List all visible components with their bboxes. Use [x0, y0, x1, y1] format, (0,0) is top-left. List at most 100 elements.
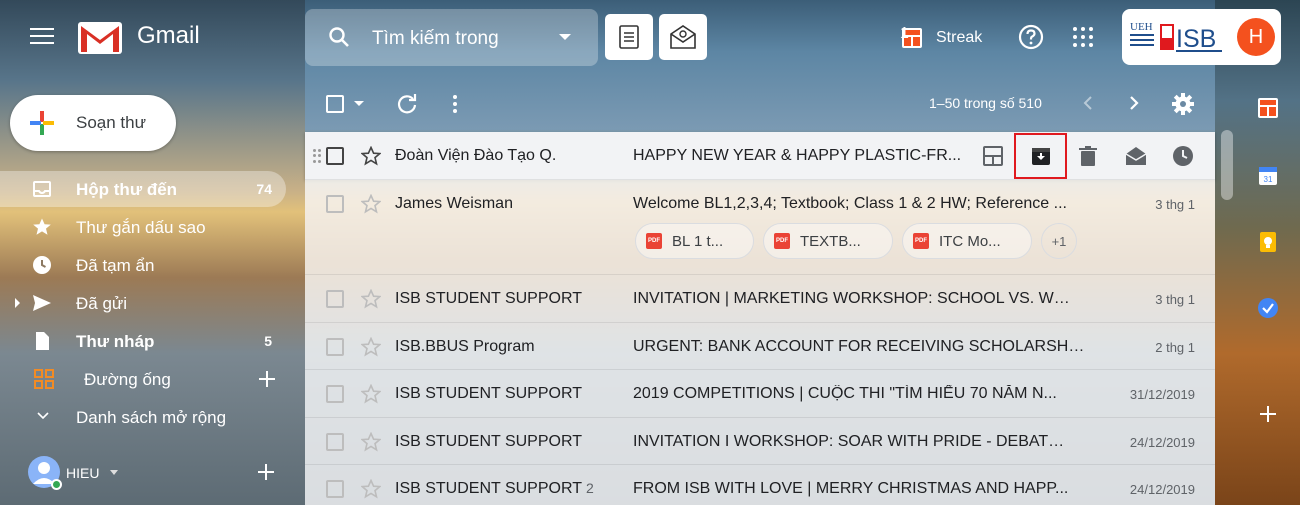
email-sender: ISB STUDENT SUPPORT: [395, 290, 582, 307]
row-checkbox[interactable]: [326, 480, 344, 498]
email-row[interactable]: ISB STUDENT SUPPORT INVITATION | MARKETI…: [305, 275, 1215, 323]
email-subject: HAPPY NEW YEAR & HAPPY PLASTIC-FR...: [633, 147, 962, 164]
row-checkbox[interactable]: [326, 195, 344, 213]
email-date: 24/12/2019: [1129, 482, 1195, 497]
email-sender: ISB.BBUS Program: [395, 338, 535, 355]
row-checkbox[interactable]: [326, 147, 344, 165]
email-subject: FROM ISB WITH LOVE | MERRY CHRISTMAS AND…: [633, 480, 1069, 497]
email-sender: ISB STUDENT SUPPORT 2: [395, 480, 594, 498]
star-icon[interactable]: [361, 384, 381, 404]
attachment-name: TEXTB...: [800, 232, 861, 250]
mark-as-read-icon[interactable]: [1124, 144, 1148, 168]
star-icon[interactable]: [361, 289, 381, 309]
online-status-dot: [51, 479, 62, 490]
email-list: Đoàn Viện Đào Tạo Q. HAPPY NEW YEAR & HA…: [305, 132, 1215, 505]
scrollbar[interactable]: [1221, 130, 1233, 200]
tasks-icon[interactable]: [1258, 298, 1278, 318]
star-icon[interactable]: [361, 479, 381, 499]
nav-pipeline[interactable]: Đường ống: [0, 361, 286, 397]
attachment-chip[interactable]: PDF TEXTB...: [763, 223, 893, 259]
row-checkbox[interactable]: [326, 433, 344, 451]
streak-side-icon[interactable]: [1258, 98, 1278, 118]
document-button[interactable]: [605, 14, 653, 60]
send-icon: [33, 295, 51, 311]
compose-button[interactable]: Soạn thư: [10, 95, 176, 151]
mail-tracking-button[interactable]: [659, 14, 707, 60]
attachment-chip[interactable]: PDF BL 1 t...: [635, 223, 754, 259]
search-icon[interactable]: [327, 25, 351, 49]
gmail-logo-icon[interactable]: [78, 20, 122, 54]
help-icon[interactable]: [1018, 24, 1044, 50]
archive-icon[interactable]: [1029, 144, 1053, 168]
search-bar[interactable]: Tìm kiếm trong: [305, 9, 598, 66]
account-area[interactable]: UEH ISB H: [1122, 9, 1281, 65]
user-caret-icon[interactable]: [110, 470, 118, 476]
calendar-icon[interactable]: 31: [1258, 166, 1278, 186]
star-icon: [33, 218, 51, 235]
select-all-checkbox[interactable]: [326, 95, 344, 113]
email-row[interactable]: ISB STUDENT SUPPORT 2019 COMPETITIONS | …: [305, 370, 1215, 418]
delete-icon[interactable]: [1076, 144, 1100, 168]
user-avatar[interactable]: [28, 456, 62, 490]
star-icon[interactable]: [361, 337, 381, 357]
email-row[interactable]: Đoàn Viện Đào Tạo Q. HAPPY NEW YEAR & HA…: [305, 132, 1215, 180]
nav-starred[interactable]: Thư gắn dấu sao: [0, 209, 286, 245]
ueh-isb-logo-icon: UEH ISB: [1128, 16, 1222, 58]
nav-snoozed[interactable]: Đã tạm ẩn: [0, 247, 286, 283]
split-view-icon[interactable]: [981, 144, 1005, 168]
google-apps-icon[interactable]: [1073, 27, 1093, 47]
prev-page-icon[interactable]: [1082, 96, 1094, 110]
search-input[interactable]: Tìm kiếm trong: [372, 28, 502, 50]
nav-sent[interactable]: Đã gửi: [0, 285, 286, 321]
email-date: 2 thg 1: [1155, 340, 1195, 355]
email-subject: INVITATION I WORKSHOP: SOAR WITH PRIDE -…: [633, 433, 1073, 450]
hangouts-user[interactable]: HIEU: [28, 456, 118, 490]
attachment-name: ITC Mo...: [939, 232, 1001, 250]
row-checkbox[interactable]: [326, 338, 344, 356]
nav-more[interactable]: Danh sách mở rộng: [0, 399, 286, 435]
search-options-caret-icon[interactable]: [559, 34, 571, 40]
attachment-chip[interactable]: PDF ITC Mo...: [902, 223, 1032, 259]
drag-handle-icon[interactable]: [313, 149, 321, 163]
email-row[interactable]: ISB STUDENT SUPPORT 2 FROM ISB WITH LOVE …: [305, 465, 1215, 505]
nav-count-drafts: 5: [264, 333, 272, 349]
get-addons-icon[interactable]: [1258, 404, 1278, 424]
chevron-down-icon: [37, 412, 49, 420]
more-attachments-chip[interactable]: +1: [1041, 223, 1077, 259]
main-menu-button[interactable]: [30, 28, 54, 46]
add-contact-icon[interactable]: [258, 464, 274, 480]
inbox-icon: [33, 181, 51, 197]
nav-inbox[interactable]: Hộp thư đến 74: [0, 171, 286, 207]
keep-icon[interactable]: [1258, 232, 1278, 252]
user-name: HIEU: [66, 465, 100, 481]
email-row[interactable]: ISB STUDENT SUPPORT INVITATION I WORKSHO…: [305, 418, 1215, 465]
star-icon[interactable]: [361, 146, 381, 166]
background-right: [1215, 0, 1300, 505]
account-avatar[interactable]: H: [1237, 18, 1275, 56]
email-date: 24/12/2019: [1129, 435, 1195, 450]
nav-label-drafts: Thư nháp: [76, 332, 155, 351]
more-options-icon[interactable]: [452, 95, 458, 113]
refresh-icon[interactable]: [396, 93, 418, 115]
pdf-icon: PDF: [913, 233, 929, 249]
email-date: 31/12/2019: [1129, 387, 1195, 402]
next-page-icon[interactable]: [1128, 96, 1140, 110]
row-checkbox[interactable]: [326, 385, 344, 403]
streak-label[interactable]: Streak: [936, 29, 982, 47]
nav-label-sent: Đã gửi: [76, 294, 128, 313]
expand-arrow-icon[interactable]: [14, 298, 22, 308]
star-icon[interactable]: [361, 432, 381, 452]
email-subject: 2019 COMPETITIONS | CUỘC THI "TÌM HIỂU 7…: [633, 385, 1057, 402]
add-pipeline-icon[interactable]: [259, 371, 275, 387]
row-checkbox[interactable]: [326, 290, 344, 308]
select-options-caret-icon[interactable]: [354, 101, 364, 106]
email-sender: ISB STUDENT SUPPORT: [395, 385, 582, 402]
email-row[interactable]: James Weisman Welcome BL1,2,3,4; Textboo…: [305, 180, 1215, 275]
star-icon[interactable]: [361, 194, 381, 214]
nav-drafts[interactable]: Thư nháp 5: [0, 323, 286, 359]
settings-gear-icon[interactable]: [1172, 93, 1194, 115]
gmail-logo-text[interactable]: Gmail: [137, 22, 200, 50]
email-row[interactable]: ISB.BBUS Program URGENT: BANK ACCOUNT FO…: [305, 323, 1215, 370]
streak-badge: 1: [900, 25, 909, 42]
snooze-clock-icon[interactable]: [1171, 144, 1195, 168]
